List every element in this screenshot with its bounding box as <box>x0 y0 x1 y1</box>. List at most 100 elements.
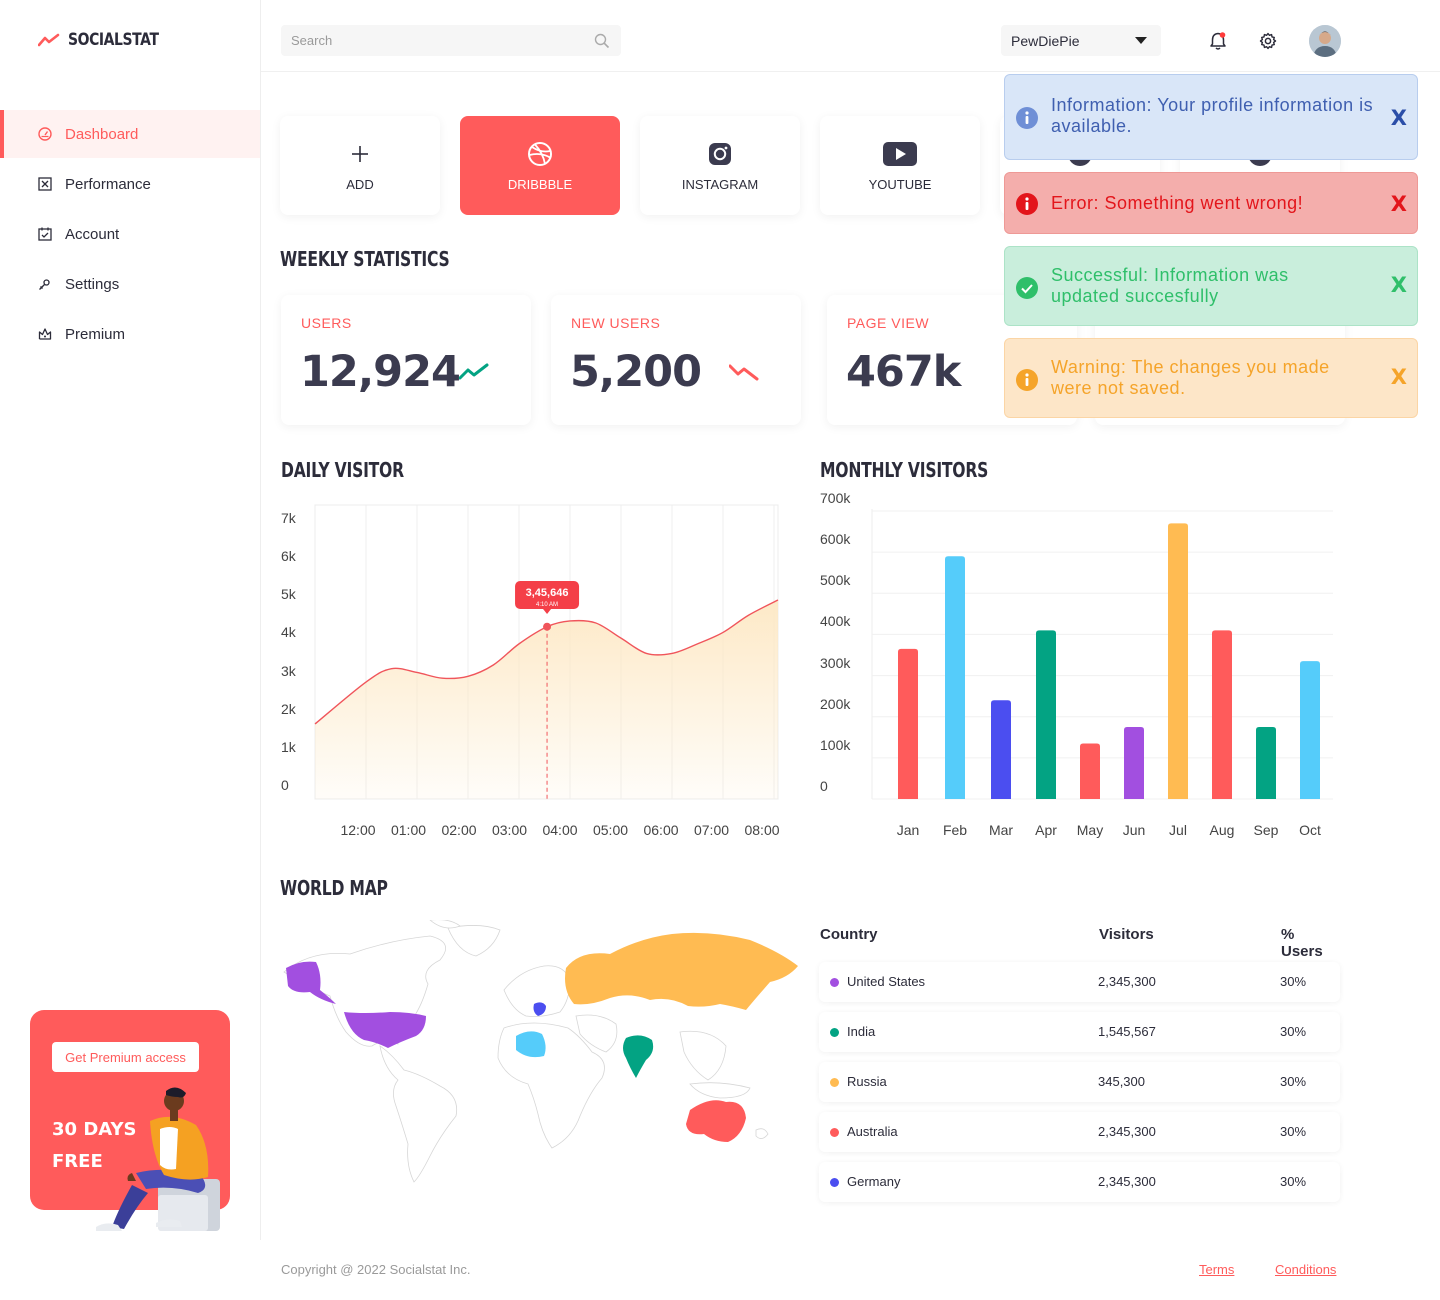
tooltip-pointer <box>543 609 552 614</box>
account-select[interactable]: PewDiePie <box>1001 25 1161 56</box>
visitors-count: 2,345,300 <box>1098 1174 1156 1189</box>
sidebar-item-label: Settings <box>65 275 120 293</box>
header-divider <box>261 71 1440 72</box>
sidebar-item-performance[interactable]: Performance <box>0 160 260 208</box>
logo-icon <box>38 33 60 47</box>
caret-down-icon <box>1135 37 1147 44</box>
conditions-link[interactable]: Conditions <box>1275 1262 1336 1277</box>
info-icon <box>1016 107 1038 129</box>
check-icon <box>1016 277 1038 299</box>
get-premium-button[interactable]: Get Premium access <box>52 1042 199 1072</box>
sidebar-item-dashboard[interactable]: Dashboard <box>0 110 260 158</box>
area-fill <box>315 600 778 799</box>
x-tick-label: Apr <box>1035 822 1057 838</box>
visitors-count: 2,345,300 <box>1098 974 1156 989</box>
x-tick-label: Mar <box>988 822 1014 838</box>
tooltip-time: 4:10 AM <box>536 602 558 608</box>
instagram-card[interactable]: INSTAGRAM <box>640 116 800 215</box>
search-icon[interactable] <box>594 33 610 49</box>
toast-close-button[interactable]: X <box>1391 273 1407 297</box>
column-header-users: % Users <box>1281 926 1323 960</box>
y-tick-label: 2k <box>281 700 296 717</box>
y-tick-label: 200k <box>820 695 851 712</box>
x-tick-label: 04:00 <box>542 822 578 838</box>
monthly-visitors-title: MONTHLY VISITORS <box>820 458 989 482</box>
x-tick-label: 08:00 <box>744 822 780 838</box>
gear-icon[interactable] <box>1259 32 1277 50</box>
toast-close-button[interactable]: X <box>1391 106 1407 130</box>
premium-icon <box>38 328 52 340</box>
country-name: Russia <box>847 1074 887 1089</box>
avatar-image <box>1309 25 1341 57</box>
dribbble-card[interactable]: DRIBBBLE <box>460 116 620 215</box>
x-tick-label: Jan <box>896 822 920 838</box>
y-tick-label: 700k <box>820 490 851 506</box>
table-row[interactable]: Germany 2,345,300 30% <box>819 1162 1340 1202</box>
x-tick-label: Aug <box>1209 822 1235 838</box>
bar-mar <box>991 700 1011 799</box>
visitors-count: 2,345,300 <box>1098 1124 1156 1139</box>
trend-up-icon <box>459 363 489 380</box>
y-tick-label: 500k <box>820 572 851 589</box>
x-tick-label: 05:00 <box>592 822 629 838</box>
column-header-visitors: Visitors <box>1099 926 1154 943</box>
trend-down-icon <box>729 364 759 381</box>
terms-link[interactable]: Terms <box>1199 1262 1234 1277</box>
stat-card-new-users: NEW USERS 5,200 <box>551 295 801 425</box>
column-header-country: Country <box>820 926 878 943</box>
toast-close-button[interactable]: X <box>1391 192 1407 216</box>
visitors-count: 1,545,567 <box>1098 1024 1156 1039</box>
success-toast: Successful: Information was updated succ… <box>1004 246 1418 326</box>
social-card-label: ADD <box>346 177 374 192</box>
account-select-value: PewDiePie <box>1011 32 1080 49</box>
y-tick-label: 0 <box>281 777 289 793</box>
notification-bell-icon[interactable] <box>1209 31 1227 51</box>
avatar[interactable] <box>1309 25 1341 57</box>
bar-jul <box>1168 523 1188 799</box>
country-name: United States <box>847 974 926 989</box>
table-row[interactable]: Russia 345,300 30% <box>819 1062 1340 1102</box>
sidebar-item-settings[interactable]: Settings <box>0 260 260 308</box>
plus-icon <box>352 146 368 162</box>
visitors-count: 345,300 <box>1098 1074 1145 1089</box>
sidebar-item-premium[interactable]: Premium <box>0 310 260 358</box>
copyright-text: Copyright @ 2022 Socialstat Inc. <box>281 1262 471 1277</box>
stat-label: PAGE VIEW <box>847 315 930 331</box>
youtube-card[interactable]: YOUTUBE <box>820 116 980 215</box>
sidebar-item-account[interactable]: Account <box>0 210 260 258</box>
social-card-label: INSTAGRAM <box>681 177 759 192</box>
stat-value: 467k <box>846 347 961 397</box>
y-tick-label: 400k <box>820 613 851 630</box>
sidebar-item-label: Account <box>65 225 120 243</box>
series-line <box>314 599 779 725</box>
country-color-dot <box>830 1178 839 1187</box>
toast-close-button[interactable]: X <box>1391 365 1407 389</box>
logo[interactable]: SOCIALSTAT <box>38 30 178 50</box>
search-input[interactable] <box>281 25 621 56</box>
x-tick-label: Feb <box>942 822 968 838</box>
weekly-statistics-title: WEEKLY STATISTICS <box>280 247 450 271</box>
sidebar-item-label: Dashboard <box>65 125 139 143</box>
country-name: Germany <box>847 1174 901 1189</box>
users-percent: 30% <box>1280 1124 1307 1139</box>
bar-oct <box>1300 661 1320 799</box>
y-tick-label: 4k <box>281 624 296 641</box>
add-account-card[interactable]: ADD <box>280 116 440 215</box>
country-name: India <box>847 1024 876 1039</box>
x-tick-label: 01:00 <box>390 822 427 838</box>
tooltip-value: 3,45,646 <box>526 587 569 599</box>
y-tick-label: 100k <box>820 736 851 753</box>
toast-message: Warning: The changes you made were not s… <box>1051 357 1330 398</box>
stat-label: USERS <box>301 315 352 331</box>
y-tick-label: 600k <box>820 531 851 548</box>
table-row[interactable]: Australia 2,345,300 30% <box>819 1112 1340 1152</box>
x-tick-label: 03:00 <box>491 822 528 838</box>
table-row[interactable]: United States 2,345,300 30% <box>819 962 1340 1002</box>
bar-jan <box>898 648 918 799</box>
table-row[interactable]: India 1,545,567 30% <box>819 1012 1340 1052</box>
tooltip-box <box>515 581 580 609</box>
warning-icon <box>1016 369 1038 391</box>
instagram-icon <box>709 143 731 165</box>
country-name: Australia <box>847 1124 898 1139</box>
sidebar-item-label: Performance <box>65 175 151 193</box>
